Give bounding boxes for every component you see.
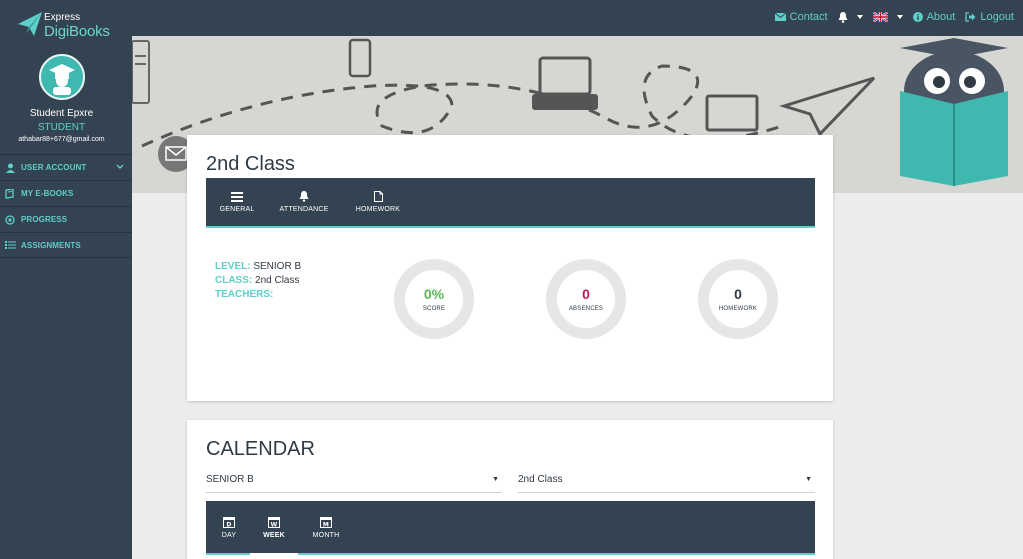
list-icon bbox=[4, 240, 16, 250]
brand-logo[interactable]: Express DigiBooks bbox=[18, 12, 118, 42]
sidebar-item-label: USER ACCOUNT bbox=[21, 163, 87, 172]
level-row: LEVEL: SENIOR B bbox=[215, 260, 301, 274]
tab-homework[interactable]: HOMEWORK bbox=[352, 178, 404, 226]
language-selector[interactable] bbox=[872, 12, 903, 22]
logout-icon bbox=[965, 12, 976, 22]
tab-week[interactable]: W WEEK bbox=[250, 501, 298, 555]
sidebar-item-assignments[interactable]: ASSIGNMENTS bbox=[0, 232, 132, 258]
class-value: 2nd Class bbox=[255, 275, 300, 286]
sidebar-item-label: PROGRESS bbox=[21, 215, 68, 224]
level-select[interactable]: SENIOR B ▼ bbox=[206, 471, 502, 493]
avatar[interactable] bbox=[39, 54, 85, 100]
logout-link[interactable]: Logout bbox=[965, 11, 1014, 23]
envelope-icon bbox=[774, 13, 786, 21]
calendar-month-icon: M bbox=[320, 516, 332, 528]
about-link[interactable]: About bbox=[912, 11, 956, 23]
sidebar-item-label: ASSIGNMENTS bbox=[21, 240, 81, 250]
calendar-card: CALENDAR SENIOR B ▼ 2nd Class ▼ D DAY W … bbox=[187, 420, 833, 559]
bell-icon bbox=[838, 11, 848, 23]
brand-line-2: DigiBooks bbox=[44, 23, 110, 40]
stat-label: ABSENCES bbox=[568, 306, 604, 312]
score-stat: 0% SCORE bbox=[394, 259, 474, 339]
user-icon bbox=[4, 163, 16, 173]
tab-label: DAY bbox=[221, 531, 237, 539]
top-links: Contact About Logout bbox=[765, 11, 1014, 23]
class-title: 2nd Class bbox=[206, 153, 295, 175]
user-name: Student Epxre bbox=[29, 108, 94, 119]
sidebar-nav: USER ACCOUNT MY E-BOOKS PROGRESS ASSIGNM… bbox=[0, 154, 132, 258]
class-select-value: 2nd Class bbox=[518, 474, 563, 485]
dropdown-arrow-icon: ▼ bbox=[492, 476, 499, 483]
contact-link[interactable]: Contact bbox=[774, 11, 828, 23]
stat-label: HOMEWORK bbox=[718, 306, 758, 312]
calendar-week-icon: W bbox=[268, 516, 280, 528]
svg-text:D: D bbox=[226, 521, 231, 528]
caret-down-icon bbox=[856, 15, 863, 19]
top-bar: Contact About Logout bbox=[132, 0, 1023, 36]
level-select-value: SENIOR B bbox=[206, 474, 254, 485]
class-info: LEVEL: SENIOR B CLASS: 2nd Class TEACHER… bbox=[215, 260, 301, 302]
absences-stat: 0 ABSENCES bbox=[546, 259, 626, 339]
notifications-button[interactable] bbox=[838, 11, 863, 23]
teachers-label: TEACHERS: bbox=[215, 289, 274, 300]
list-icon bbox=[231, 191, 243, 202]
stat-label: SCORE bbox=[422, 306, 446, 312]
tab-label: HOMEWORK bbox=[355, 206, 401, 213]
tab-label: GENERAL bbox=[219, 205, 255, 213]
calendar-day-icon: D bbox=[223, 516, 235, 528]
logout-label: Logout bbox=[980, 11, 1014, 23]
teachers-row: TEACHERS: bbox=[215, 288, 301, 302]
tab-general[interactable]: GENERAL bbox=[215, 178, 259, 226]
tab-attendance[interactable]: ATTENDANCE bbox=[278, 178, 330, 226]
sidebar-item-label: MY E-BOOKS bbox=[21, 189, 74, 198]
sidebar: Express DigiBooks Student Epxre STUDENT … bbox=[0, 0, 132, 559]
stat-value: 0 bbox=[582, 286, 590, 302]
class-select[interactable]: 2nd Class ▼ bbox=[518, 471, 815, 493]
tab-month[interactable]: M MONTH bbox=[310, 501, 342, 553]
class-label: CLASS: bbox=[215, 275, 253, 286]
stat-value: 0 bbox=[734, 286, 742, 302]
dropdown-arrow-icon: ▼ bbox=[805, 476, 812, 483]
user-email: athabar88+677@gmail.com bbox=[18, 136, 105, 143]
bell-icon bbox=[299, 191, 309, 202]
calendar-tabs: D DAY W WEEK M MONTH bbox=[206, 501, 815, 555]
homework-stat: 0 HOMEWORK bbox=[698, 259, 778, 339]
svg-text:W: W bbox=[271, 521, 278, 528]
class-card: 2nd Class GENERAL ATTENDANCE HOMEWORK LE… bbox=[187, 135, 833, 401]
sidebar-item-my-e-books[interactable]: MY E-BOOKS bbox=[0, 180, 132, 206]
tab-day[interactable]: D DAY bbox=[215, 501, 243, 553]
level-label: LEVEL: bbox=[215, 261, 251, 272]
document-icon bbox=[373, 191, 383, 202]
class-tabs: GENERAL ATTENDANCE HOMEWORK bbox=[206, 178, 815, 228]
uk-flag-icon bbox=[872, 12, 888, 22]
sidebar-item-user-account[interactable]: USER ACCOUNT bbox=[0, 154, 132, 180]
svg-text:M: M bbox=[323, 521, 329, 528]
book-icon bbox=[4, 188, 16, 199]
brand-line-1: Express bbox=[44, 12, 81, 23]
level-value: SENIOR B bbox=[253, 261, 302, 272]
info-icon bbox=[912, 12, 923, 22]
tab-label: ATTENDANCE bbox=[279, 206, 329, 213]
class-row: CLASS: 2nd Class bbox=[215, 274, 301, 288]
contact-label: Contact bbox=[789, 11, 828, 23]
sidebar-item-progress[interactable]: PROGRESS bbox=[0, 206, 132, 232]
user-role: STUDENT bbox=[37, 122, 86, 133]
tab-label: WEEK bbox=[263, 531, 285, 539]
stat-value: 0% bbox=[423, 286, 445, 302]
chevron-down-icon bbox=[116, 163, 124, 172]
caret-down-icon bbox=[896, 15, 903, 19]
paper-plane-icon bbox=[18, 12, 42, 36]
calendar-title: CALENDAR bbox=[206, 438, 315, 460]
progress-icon bbox=[4, 214, 16, 225]
about-label: About bbox=[926, 11, 956, 23]
student-avatar-icon bbox=[49, 64, 75, 95]
tab-label: MONTH bbox=[312, 531, 340, 539]
